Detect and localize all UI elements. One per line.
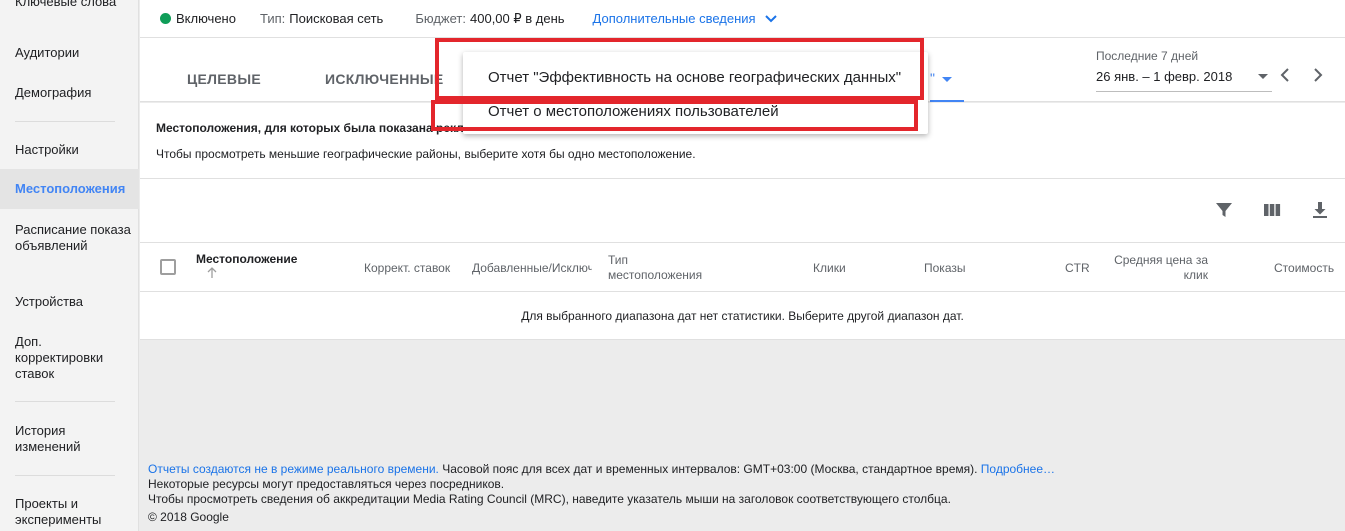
report-dropdown-menu: Отчет "Эффективность на основе географич… [463, 52, 928, 134]
sidebar-item-advanced-bid-adj[interactable]: Доп. корректировки ставок [0, 334, 139, 382]
sidebar-item-label: Настройки [15, 142, 79, 157]
info-subtitle: Чтобы просмотреть меньшие географические… [156, 147, 696, 161]
date-range-caption: Последние 7 дней [1096, 49, 1199, 63]
budget-label: Бюджет: [415, 11, 466, 26]
sidebar-item-drafts-experiments[interactable]: Проекты и эксперименты [0, 496, 139, 528]
date-range-picker[interactable]: 26 янв. – 1 февр. 2018 [1096, 66, 1272, 92]
sidebar-item-keywords[interactable]: Ключевые слова [0, 0, 139, 10]
realtime-note-link[interactable]: Отчеты создаются не в режиме реального в… [148, 462, 439, 476]
tab-targeted[interactable]: ЦЕЛЕВЫЕ [187, 71, 261, 87]
campaign-status-bar: Включено Тип: Поисковая сеть Бюджет: 400… [140, 0, 1345, 38]
column-header-location-type-2[interactable]: местоположения [608, 268, 702, 282]
sidebar-item-label: Устройства [15, 294, 84, 309]
locations-table-card: Местоположения, для которых была показан… [140, 103, 1345, 340]
sidebar-item-settings[interactable]: Настройки [0, 142, 139, 158]
column-header-impressions[interactable]: Показы [924, 261, 965, 275]
divider [140, 291, 1345, 292]
columns-icon[interactable] [1262, 200, 1282, 220]
sidebar-item-label: Доп. корректировки ставок [15, 334, 104, 381]
chevron-down-icon[interactable] [764, 12, 778, 26]
copyright: © 2018 Google [148, 510, 229, 524]
divider [140, 242, 1345, 243]
column-header-location-type-1[interactable]: Тип [608, 253, 628, 267]
column-header-location[interactable]: Местоположение [196, 252, 297, 266]
more-details-link[interactable]: Дополнительные сведения [593, 11, 756, 26]
type-label: Тип: [259, 11, 286, 26]
arrow-up-icon[interactable] [206, 267, 218, 279]
sidebar-item-label: Ключевые слова [15, 0, 117, 9]
tab-excluded[interactable]: ИСКЛЮЧЕННЫЕ [325, 71, 444, 87]
sidebar-item-label: Проекты и эксперименты [15, 496, 102, 527]
column-header-cost[interactable]: Стоимость [1274, 261, 1334, 275]
timezone-note: Часовой пояс для всех дат и временных ин… [438, 462, 981, 476]
report-selector-label: " [930, 70, 935, 86]
divider [140, 178, 1345, 179]
sidebar-item-audiences[interactable]: Аудитории [0, 45, 139, 61]
dropdown-arrow-icon [1258, 74, 1268, 79]
sidebar-item-change-history[interactable]: История изменений [0, 423, 139, 455]
campaign-status[interactable]: Включено [176, 11, 236, 26]
sidebar-item-demographics[interactable]: Демография [0, 85, 139, 101]
menu-item-geographic-report[interactable]: Отчет "Эффективность на основе географич… [488, 69, 901, 86]
download-icon[interactable] [1310, 200, 1330, 220]
date-range-value: 26 янв. – 1 февр. 2018 [1096, 69, 1233, 84]
sidebar-divider [15, 121, 115, 122]
column-header-bid-adj[interactable]: Коррект. ставок [364, 261, 450, 275]
report-selector[interactable]: " [930, 56, 964, 102]
check-circle-icon [160, 13, 171, 24]
menu-item-user-locations-report[interactable]: Отчет о местоположениях пользователей [488, 103, 779, 120]
filter-icon[interactable] [1214, 200, 1234, 220]
sidebar-item-label: Местоположения [15, 181, 126, 196]
column-header-avg-cpc-2[interactable]: клик [1114, 268, 1208, 282]
column-header-avg-cpc-1[interactable]: Средняя цена за [1114, 253, 1208, 267]
budget-value[interactable]: 400,00 ₽ в день [470, 11, 565, 27]
sidebar-item-label: Демография [15, 85, 92, 100]
sidebar-item-label: Аудитории [15, 45, 80, 60]
learn-more-link[interactable]: Подробнее… [981, 462, 1055, 476]
resellers-note: Некоторые ресурсы могут предоставляться … [148, 477, 505, 491]
sidebar-item-ad-schedule[interactable]: Расписание показа объявлений [0, 222, 139, 254]
sidebar-divider [15, 401, 115, 402]
select-all-checkbox[interactable] [160, 259, 176, 275]
sidebar-item-locations[interactable]: Местоположения [0, 169, 139, 209]
type-value: Поисковая сеть [289, 11, 384, 26]
sidebar-item-label: Расписание показа объявлений [15, 222, 131, 253]
sidebar-divider [15, 475, 115, 476]
sidebar: Ключевые слова Аудитории Демография Наст… [0, 0, 139, 531]
sidebar-item-devices[interactable]: Устройства [0, 294, 139, 310]
sidebar-item-label: История изменений [15, 423, 81, 454]
dropdown-arrow-icon [942, 77, 952, 82]
chevron-right-icon[interactable] [1307, 65, 1327, 85]
footer: Отчеты создаются не в режиме реального в… [148, 462, 1328, 525]
chevron-left-icon[interactable] [1276, 65, 1296, 85]
column-header-ctr[interactable]: CTR [1065, 261, 1090, 275]
mrc-note: Чтобы просмотреть сведения об аккредитац… [148, 492, 951, 506]
column-header-clicks[interactable]: Клики [813, 261, 846, 275]
column-header-added-excluded[interactable]: Добавленные/Исключ [472, 261, 592, 275]
empty-table-message: Для выбранного диапазона дат нет статист… [521, 309, 964, 323]
info-title: Местоположения, для которых была показан… [156, 121, 486, 135]
